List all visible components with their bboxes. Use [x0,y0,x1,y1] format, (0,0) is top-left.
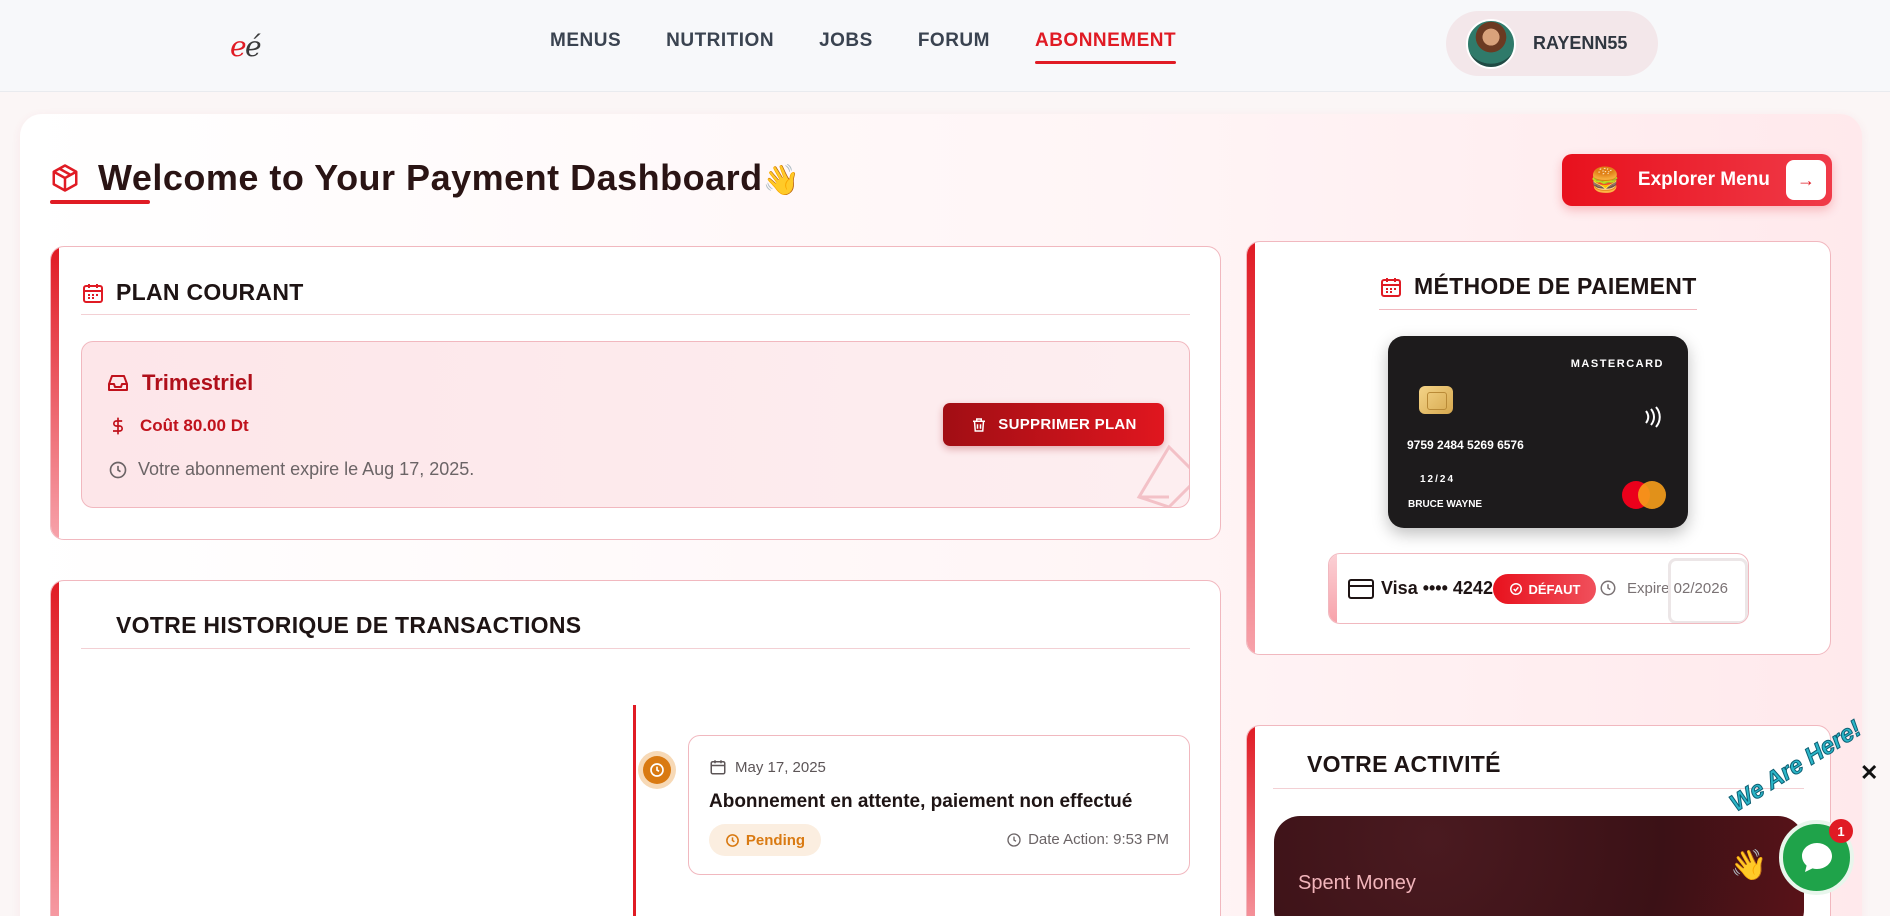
notification-badge: 1 [1829,819,1853,843]
divider [81,648,1190,649]
nav-forum[interactable]: FORUM [918,30,990,58]
card-holder: BRUCE WAYNE [1408,499,1483,510]
calendar-icon [1381,277,1401,297]
clock-icon [726,833,739,847]
transaction-title: Abonnement en attente, paiement non effe… [709,791,1133,812]
transactions-heading: VOTRE HISTORIQUE DE TRANSACTIONS [116,612,582,638]
plan-name: Trimestriel [106,370,253,396]
calendar-icon [83,283,103,303]
close-icon[interactable]: ✕ [1860,760,1878,786]
contactless-icon [1642,406,1662,433]
title-underline [50,200,150,204]
nav-nutrition[interactable]: NUTRITION [666,30,774,58]
page-title: Welcome to Your Payment Dashboard👋 [50,157,801,199]
card-number: 9759 2484 5269 6576 [1407,438,1524,452]
trash-icon [973,417,986,432]
nav-jobs[interactable]: JOBS [819,30,873,58]
wave-hand-icon: 👋 [1730,849,1768,882]
nav-abonnement[interactable]: ABONNEMENT [1034,30,1177,64]
spent-money-label: Spent Money [1298,872,1416,894]
saved-card-label: Visa •••• 4242 [1381,578,1493,598]
mastercard-logo-icon [1622,481,1666,509]
current-plan-heading: PLAN COURANT [81,279,304,306]
default-badge: DÉFAUT [1493,574,1596,604]
divider [81,314,1190,315]
timeline-marker [638,751,676,789]
status-badge: Pending [709,824,821,856]
card-brand: MASTERCARD [1570,358,1664,370]
plan-cost: Coût 80.00 Dt [108,415,249,437]
chip-icon [1419,386,1453,414]
transaction-time: Date Action: 9:53 PM [1006,831,1169,848]
svg-text:é: é [245,30,262,63]
plan-card: Trimestriel Coût 80.00 Dt Votre abonneme… [81,341,1190,508]
decorative-frame [1668,558,1748,623]
clock-icon [109,461,127,478]
top-navbar: e é MENUS NUTRITION JOBS FORUM ABONNEMEN… [0,0,1890,92]
payment-method-heading: MÉTHODE DE PAIEMENT [1379,273,1697,300]
package-icon [52,164,78,192]
activity-heading: VOTRE ACTIVITÉ [1307,751,1501,777]
spent-money-card: Spent Money [1274,816,1804,916]
arrow-right-icon: → [1786,160,1826,200]
page-heading: Welcome to Your Payment Dashboard👋 [98,157,801,198]
clock-icon [643,756,671,784]
credit-card-preview[interactable]: MASTERCARD 9759 2484 5269 6576 12/24 BRU… [1388,336,1688,528]
clock-icon [1007,832,1021,847]
decorative-tag-icon [1136,444,1189,507]
brand-logo[interactable]: e é [228,24,268,64]
divider [1379,309,1697,310]
transaction-item[interactable]: May 17, 2025 Abonnement en attente, paie… [688,735,1190,875]
user-name: RAYENN55 [1533,33,1628,53]
plan-expiry: Votre abonnement expire le Aug 17, 2025. [108,459,474,480]
saved-payment-method[interactable]: Visa •••• 4242 DÉFAUT Expire 02/2026 [1328,553,1749,624]
divider [1273,788,1804,789]
explore-menu-button[interactable]: 🍔 Explorer Menu → [1562,154,1832,206]
timeline-line [633,705,636,916]
row-accent [1329,554,1337,623]
calendar-icon [710,760,726,775]
inbox-icon [108,375,128,391]
check-circle-icon [1509,583,1522,595]
credit-card-icon [1348,579,1374,599]
clock-icon [1600,580,1616,596]
avatar [1466,18,1516,69]
nav-menus[interactable]: MENUS [550,30,621,58]
explore-menu-label: Explorer Menu [1637,169,1770,190]
burger-icon: 🍔 [1590,166,1620,194]
wave-emoji: 👋 [762,164,801,197]
card-expiry: 12/24 [1420,474,1456,485]
chat-bubble-icon [1801,842,1832,872]
transaction-date: May 17, 2025 [709,758,826,776]
dollar-icon [113,417,123,435]
user-menu[interactable]: RAYENN55 [1446,11,1658,76]
main-nav: MENUS NUTRITION JOBS FORUM ABONNEMENT [550,30,1177,64]
